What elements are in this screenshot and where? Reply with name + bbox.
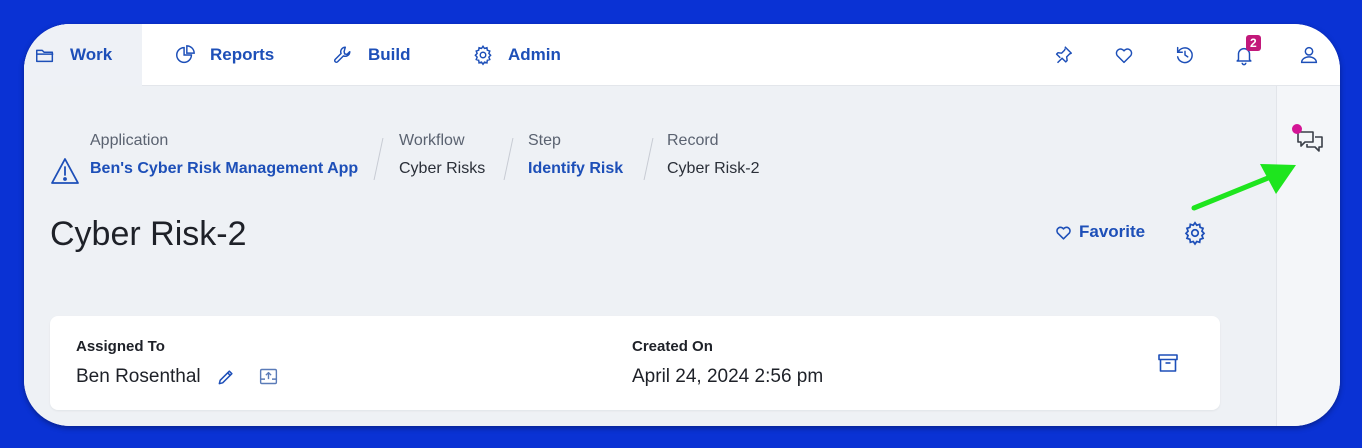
heart-icon <box>1115 48 1133 64</box>
archive-icon[interactable] <box>1156 351 1180 375</box>
breadcrumb-separator <box>503 138 514 180</box>
warning-icon <box>51 158 79 184</box>
breadcrumb-step: Step Identify Risk <box>528 128 623 184</box>
annotation-arrow <box>1191 164 1296 211</box>
nav-admin-label: Admin <box>508 45 561 64</box>
assigned-to-label: Assigned To <box>76 338 165 355</box>
created-on-label: Created On <box>632 338 713 355</box>
breadcrumb-application-label: Application <box>90 132 169 149</box>
nav-admin[interactable]: Admin <box>472 24 561 86</box>
pie-chart-icon <box>176 45 195 64</box>
nav-reports-label: Reports <box>210 45 275 64</box>
record-card: Assigned To Ben Rosenthal Created On Apr… <box>50 316 1220 410</box>
breadcrumb-workflow-label: Workflow <box>399 132 465 149</box>
notification-badge: 2 <box>1246 35 1261 51</box>
history-button[interactable] <box>1172 42 1198 68</box>
breadcrumb-step-link[interactable]: Identify Risk <box>528 154 623 184</box>
pencil-icon[interactable] <box>216 367 236 387</box>
record-settings-button[interactable] <box>1182 220 1208 246</box>
breadcrumb-record-value: Cyber Risk-2 <box>667 160 760 177</box>
right-rail <box>1276 86 1340 426</box>
pin-icon <box>1055 46 1072 64</box>
top-nav: Work Reports Build Admin 2 <box>24 24 1340 86</box>
profile-button[interactable] <box>1296 42 1322 68</box>
breadcrumb-application-link[interactable]: Ben's Cyber Risk Management App <box>90 154 358 184</box>
nav-work[interactable]: Work <box>24 24 142 86</box>
app-window: Work Reports Build Admin 2 Application B… <box>24 24 1340 426</box>
chat-unread-dot <box>1292 124 1302 134</box>
export-icon[interactable] <box>258 366 279 387</box>
breadcrumb-separator <box>643 138 654 180</box>
breadcrumb-application: Application Ben's Cyber Risk Management … <box>90 128 358 184</box>
favorite-label: Favorite <box>1079 222 1146 241</box>
main-content: Application Ben's Cyber Risk Management … <box>24 86 1276 426</box>
breadcrumb-step-label: Step <box>528 132 561 149</box>
breadcrumb-separator <box>373 138 384 180</box>
pin-button[interactable] <box>1050 42 1076 68</box>
nav-work-label: Work <box>70 45 113 64</box>
created-on-value: April 24, 2024 2:56 pm <box>632 366 824 387</box>
wrench-icon <box>334 46 351 63</box>
favorites-button[interactable] <box>1111 42 1137 68</box>
nav-build-label: Build <box>368 45 411 64</box>
breadcrumb-workflow: Workflow Cyber Risks <box>399 128 485 184</box>
heart-icon <box>1056 226 1071 240</box>
user-icon <box>1300 46 1318 64</box>
favorite-button[interactable]: Favorite <box>1054 222 1145 242</box>
page-title: Cyber Risk-2 <box>50 215 247 253</box>
nav-build[interactable]: Build <box>332 24 411 86</box>
breadcrumb-workflow-value: Cyber Risks <box>399 160 486 177</box>
assigned-to-value: Ben Rosenthal <box>76 366 201 387</box>
folder-icon <box>36 49 54 63</box>
history-icon <box>1176 46 1193 64</box>
breadcrumb-record-label: Record <box>667 132 719 149</box>
nav-reports[interactable]: Reports <box>174 24 274 86</box>
gear-icon <box>474 45 492 66</box>
notifications-button[interactable]: 2 <box>1231 35 1261 68</box>
breadcrumb-record: Record Cyber Risk-2 <box>667 128 759 184</box>
